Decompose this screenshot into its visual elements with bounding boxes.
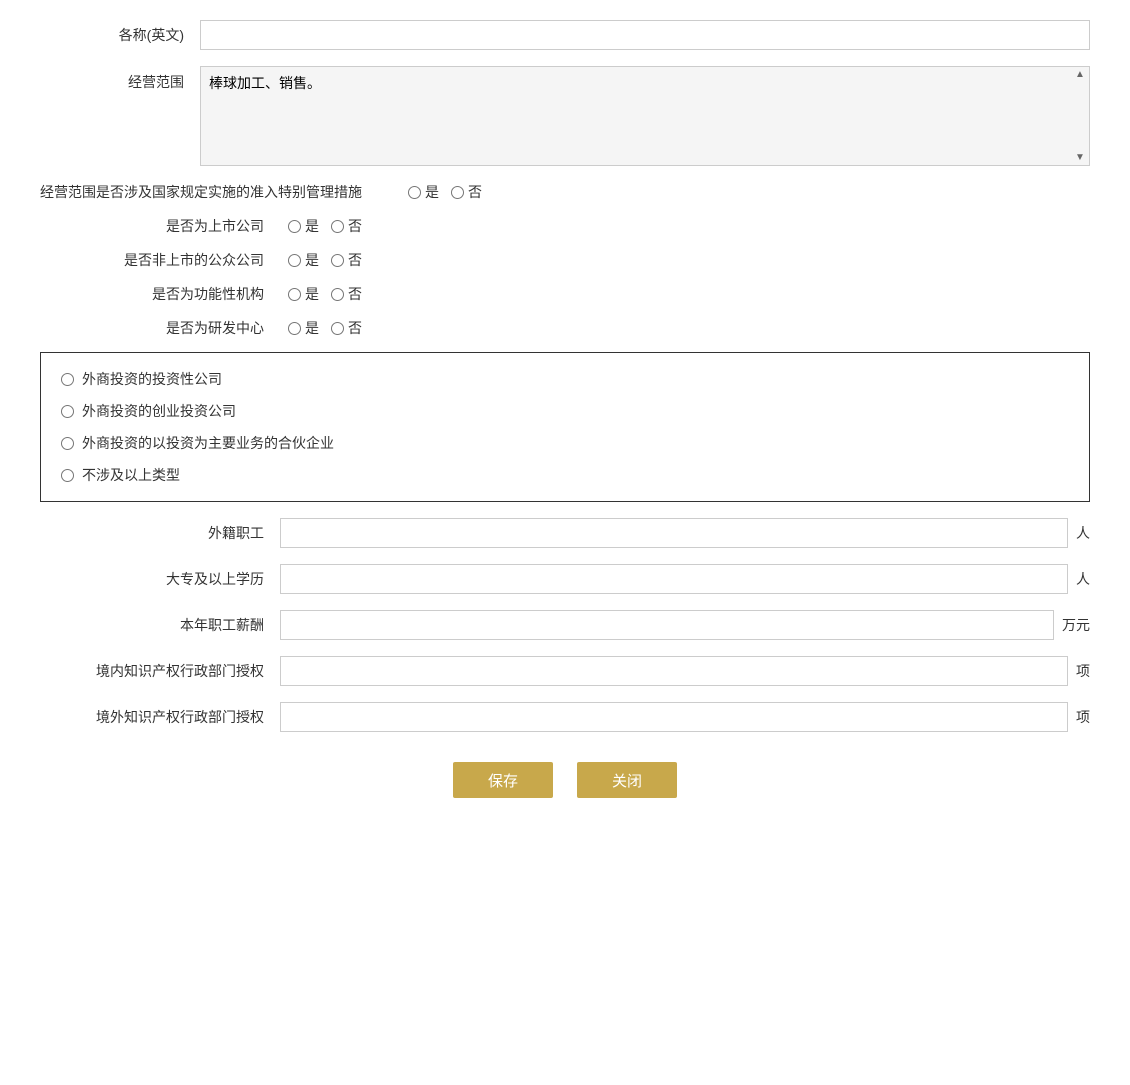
business-scope-wrapper: 棒球加工、销售。 ▲ ▼: [200, 66, 1090, 166]
college-degree-row: 大专及以上学历 人: [40, 564, 1090, 594]
special-management-yes-radio[interactable]: [408, 186, 421, 199]
research-center-radio-group: 是 否: [280, 318, 362, 338]
foreign-investment-option3-label: 外商投资的以投资为主要业务的合伙企业: [82, 433, 334, 453]
research-center-yes-radio[interactable]: [288, 322, 301, 335]
english-name-input[interactable]: [200, 20, 1090, 50]
functional-row: 是否为功能性机构 是 否: [40, 284, 1090, 304]
research-center-yes-label[interactable]: 是: [305, 318, 319, 338]
listed-company-radio-group: 是 否: [280, 216, 362, 236]
english-name-row: 各称(英文): [40, 20, 1090, 50]
non-listed-row: 是否非上市的公众公司 是 否: [40, 250, 1090, 270]
scroll-up-icon[interactable]: ▲: [1075, 69, 1085, 80]
foreign-investment-box: 外商投资的投资性公司 外商投资的创业投资公司 外商投资的以投资为主要业务的合伙企…: [40, 352, 1090, 502]
college-degree-input[interactable]: [280, 564, 1068, 594]
english-name-label: 各称(英文): [40, 25, 200, 45]
research-center-no[interactable]: 否: [331, 318, 362, 338]
foreign-investment-option3[interactable]: 外商投资的以投资为主要业务的合伙企业: [61, 433, 1069, 453]
button-row: 保存 关闭: [40, 762, 1090, 798]
research-center-row: 是否为研发中心 是 否: [40, 318, 1090, 338]
domestic-ip-input[interactable]: [280, 656, 1068, 686]
annual-salary-label: 本年职工薪酬: [40, 615, 280, 635]
listed-company-no-radio[interactable]: [331, 220, 344, 233]
special-management-yes[interactable]: 是: [408, 182, 439, 202]
foreign-employees-unit: 人: [1076, 523, 1090, 543]
research-center-no-radio[interactable]: [331, 322, 344, 335]
listed-company-yes-radio[interactable]: [288, 220, 301, 233]
listed-company-yes-label[interactable]: 是: [305, 216, 319, 236]
business-scope-textarea[interactable]: 棒球加工、销售。: [201, 67, 1089, 165]
non-listed-yes[interactable]: 是: [288, 250, 319, 270]
foreign-investment-option2-label: 外商投资的创业投资公司: [82, 401, 236, 421]
non-listed-radio-group: 是 否: [280, 250, 362, 270]
listed-company-yes[interactable]: 是: [288, 216, 319, 236]
non-listed-yes-radio[interactable]: [288, 254, 301, 267]
close-button[interactable]: 关闭: [577, 762, 677, 798]
special-management-no-radio[interactable]: [451, 186, 464, 199]
functional-yes-label[interactable]: 是: [305, 284, 319, 304]
listed-company-label: 是否为上市公司: [40, 216, 280, 236]
listed-company-no[interactable]: 否: [331, 216, 362, 236]
foreign-ip-label: 境外知识产权行政部门授权: [40, 707, 280, 727]
functional-yes[interactable]: 是: [288, 284, 319, 304]
domestic-ip-label: 境内知识产权行政部门授权: [40, 661, 280, 681]
non-listed-no[interactable]: 否: [331, 250, 362, 270]
research-center-label: 是否为研发中心: [40, 318, 280, 338]
functional-no-label[interactable]: 否: [348, 284, 362, 304]
foreign-ip-input[interactable]: [280, 702, 1068, 732]
scroll-down-icon[interactable]: ▼: [1075, 152, 1085, 163]
business-scope-row: 经营范围 棒球加工、销售。 ▲ ▼: [40, 66, 1090, 166]
functional-label: 是否为功能性机构: [40, 284, 280, 304]
college-degree-unit: 人: [1076, 569, 1090, 589]
research-center-no-label[interactable]: 否: [348, 318, 362, 338]
domestic-ip-row: 境内知识产权行政部门授权 项: [40, 656, 1090, 686]
annual-salary-input[interactable]: [280, 610, 1054, 640]
functional-radio-group: 是 否: [280, 284, 362, 304]
non-listed-no-label[interactable]: 否: [348, 250, 362, 270]
non-listed-yes-label[interactable]: 是: [305, 250, 319, 270]
functional-no[interactable]: 否: [331, 284, 362, 304]
foreign-investment-option4-radio[interactable]: [61, 469, 74, 482]
special-management-row: 经营范围是否涉及国家规定实施的准入特别管理措施 是 否: [40, 182, 1090, 202]
business-scope-label: 经营范围: [40, 72, 200, 92]
foreign-investment-option1-label: 外商投资的投资性公司: [82, 369, 222, 389]
functional-no-radio[interactable]: [331, 288, 344, 301]
foreign-investment-option4-label: 不涉及以上类型: [82, 465, 180, 485]
special-management-yes-label[interactable]: 是: [425, 182, 439, 202]
research-center-yes[interactable]: 是: [288, 318, 319, 338]
functional-yes-radio[interactable]: [288, 288, 301, 301]
foreign-ip-unit: 项: [1076, 707, 1090, 727]
scrollbar: ▲ ▼: [1073, 69, 1087, 163]
foreign-investment-option2-radio[interactable]: [61, 405, 74, 418]
foreign-investment-option1[interactable]: 外商投资的投资性公司: [61, 369, 1069, 389]
special-management-radio-group: 是 否: [400, 182, 482, 202]
form-section: 各称(英文) 经营范围 棒球加工、销售。 ▲ ▼ 经营范围是否涉及国家规定实施的…: [40, 20, 1090, 798]
foreign-investment-option1-radio[interactable]: [61, 373, 74, 386]
save-button[interactable]: 保存: [453, 762, 553, 798]
annual-salary-row: 本年职工薪酬 万元: [40, 610, 1090, 640]
foreign-employees-input[interactable]: [280, 518, 1068, 548]
foreign-investment-option3-radio[interactable]: [61, 437, 74, 450]
annual-salary-unit: 万元: [1062, 615, 1090, 635]
foreign-ip-row: 境外知识产权行政部门授权 项: [40, 702, 1090, 732]
foreign-investment-option2[interactable]: 外商投资的创业投资公司: [61, 401, 1069, 421]
foreign-investment-option4[interactable]: 不涉及以上类型: [61, 465, 1069, 485]
special-management-no-label[interactable]: 否: [468, 182, 482, 202]
non-listed-no-radio[interactable]: [331, 254, 344, 267]
college-degree-label: 大专及以上学历: [40, 569, 280, 589]
foreign-employees-row: 外籍职工 人: [40, 518, 1090, 548]
special-management-label: 经营范围是否涉及国家规定实施的准入特别管理措施: [40, 182, 400, 202]
listed-company-row: 是否为上市公司 是 否: [40, 216, 1090, 236]
listed-company-no-label[interactable]: 否: [348, 216, 362, 236]
special-management-no[interactable]: 否: [451, 182, 482, 202]
non-listed-label: 是否非上市的公众公司: [40, 250, 280, 270]
domestic-ip-unit: 项: [1076, 661, 1090, 681]
foreign-employees-label: 外籍职工: [40, 523, 280, 543]
